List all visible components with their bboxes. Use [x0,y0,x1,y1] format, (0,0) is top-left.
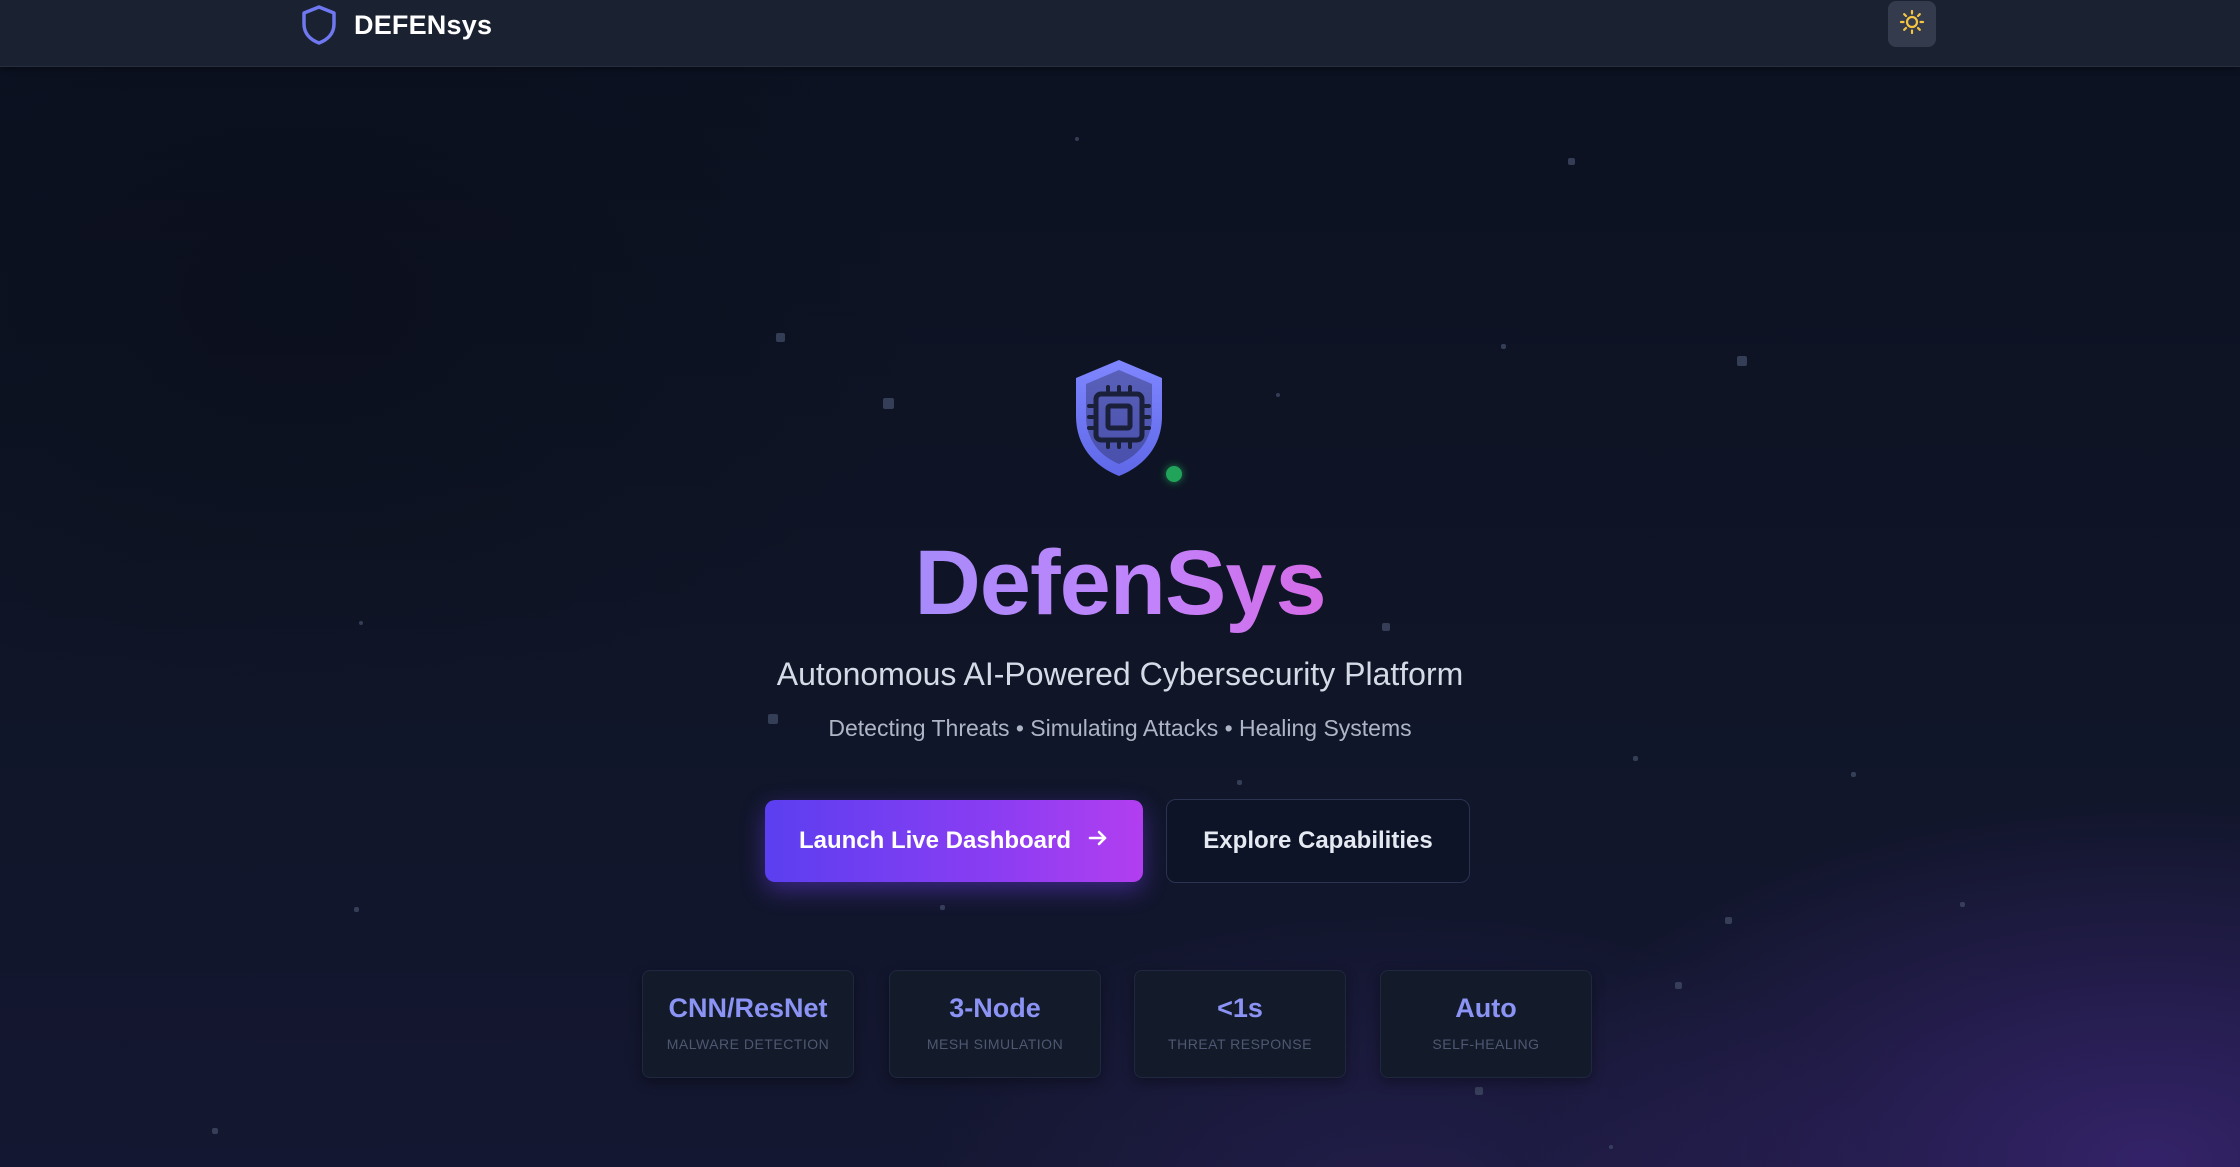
hero-subtitle: Autonomous AI-Powered Cybersecurity Plat… [776,656,1464,692]
stat-label: SELF-HEALING [1432,1036,1540,1052]
brand-logo[interactable]: DEFENsys [300,4,492,46]
stat-value: CNN/ResNet [668,993,828,1023]
stat-value: Auto [1455,993,1517,1023]
background-particle [1075,137,1079,141]
launch-dashboard-label: Launch Live Dashboard [798,827,1072,854]
background-particle [883,398,894,409]
stat-value: 3-Node [949,993,1041,1023]
background-particle [1633,756,1638,761]
theme-toggle-button[interactable] [1888,1,1936,47]
background-particle [212,1128,218,1134]
background-particle [1501,344,1506,349]
background-particle [1725,917,1732,924]
background-particle [1851,772,1856,777]
background-particle [1609,1145,1613,1149]
sun-icon [1899,9,1925,40]
shield-icon [300,4,338,46]
launch-dashboard-button[interactable]: Launch Live Dashboard [765,800,1143,882]
brand-name: DEFENsys [354,9,493,40]
shield-chip-icon [1064,354,1174,484]
background-particle [1475,1087,1483,1095]
hero-title-text: DefenSys [914,532,1326,634]
explore-capabilities-label: Explore Capabilities [1203,827,1433,854]
arrow-right-icon [1087,827,1109,856]
background-particle [1675,982,1682,989]
stat-label: MALWARE DETECTION [666,1036,830,1052]
stat-label: THREAT RESPONSE [1168,1036,1312,1052]
background-particle [1568,158,1575,165]
stat-value: <1s [1217,993,1263,1023]
background-particle [940,905,945,910]
stat-card-malware-detection: CNN/ResNet MALWARE DETECTION [642,970,854,1078]
hero-tagline: Detecting Threats • Simulating Attacks •… [828,715,1412,741]
hero-title: DefenSys [0,528,2240,638]
background-particle [776,333,785,342]
background-particle [1960,902,1965,907]
explore-capabilities-button[interactable]: Explore Capabilities [1166,799,1470,883]
stat-label: MESH SIMULATION [926,1036,1064,1052]
stat-card-self-healing: Auto SELF-HEALING [1380,970,1592,1078]
background-particle [354,907,359,912]
top-navbar: DEFENsys [0,0,2240,67]
background-particle [1737,356,1747,366]
stat-card-mesh-simulation: 3-Node MESH SIMULATION [889,970,1101,1078]
background-particle [1237,780,1242,785]
status-indicator [1166,466,1182,482]
background-particle [1276,393,1280,397]
landing-page: DEFENsys DefenSys Autonomous AI-Powered … [0,0,2240,1167]
stat-card-threat-response: <1s THREAT RESPONSE [1134,970,1346,1078]
